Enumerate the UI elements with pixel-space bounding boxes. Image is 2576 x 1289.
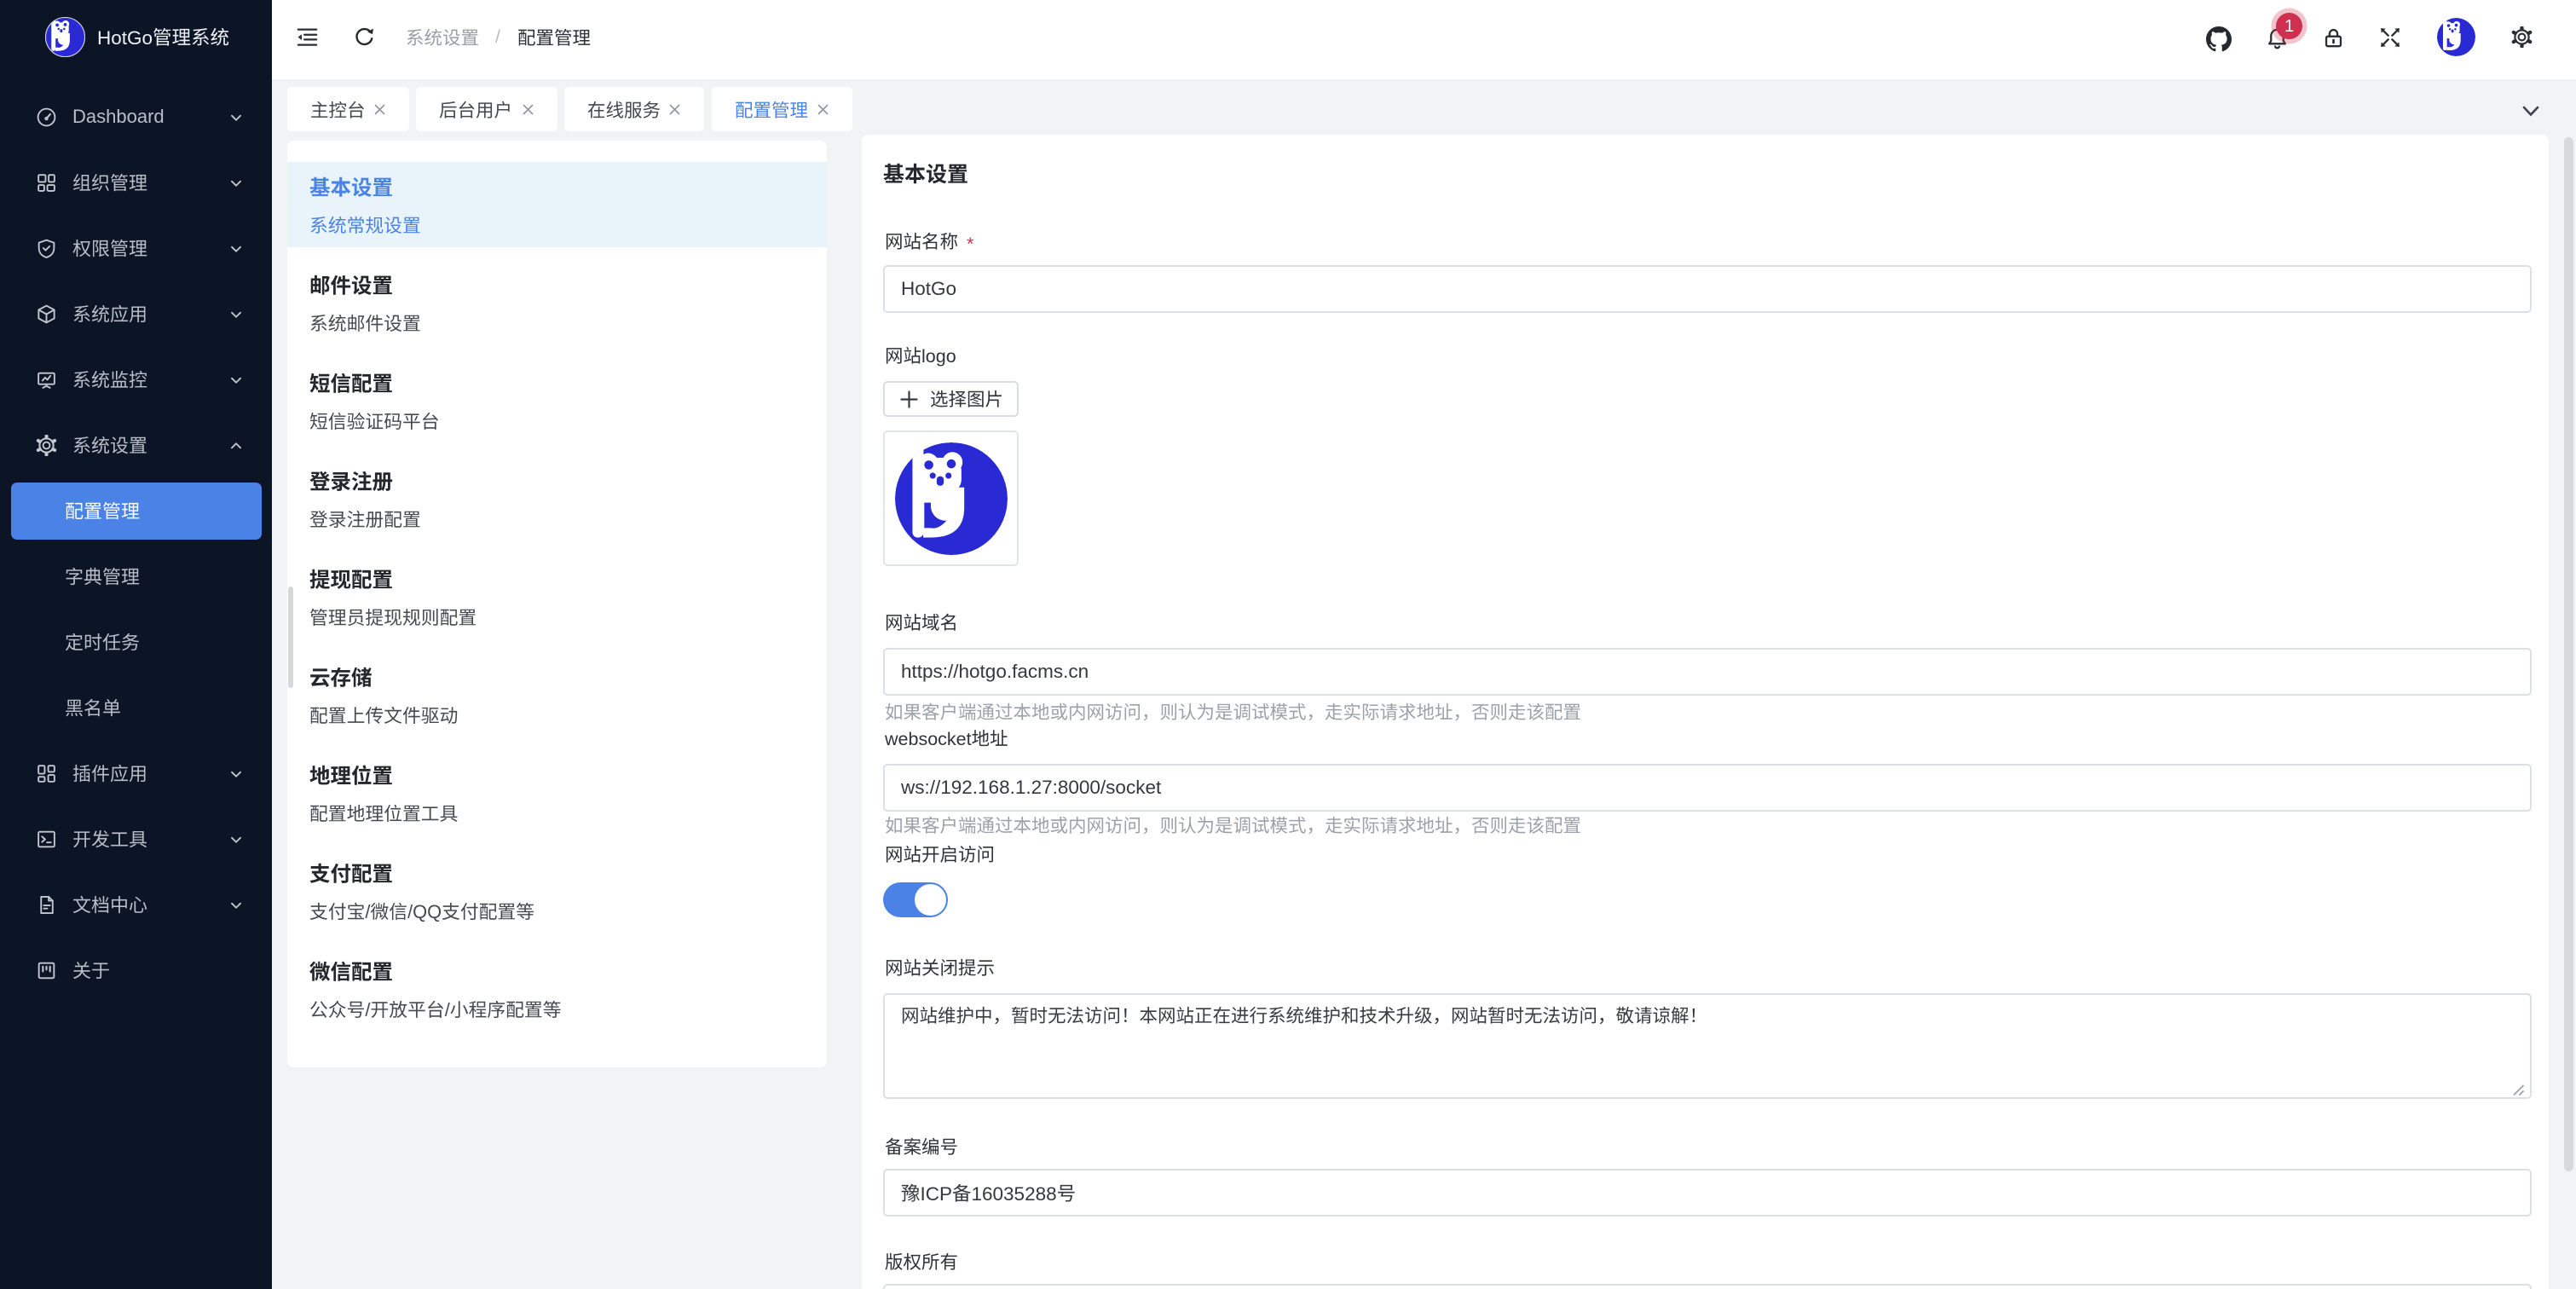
- svg-text:16035288: 16035288: [972, 1183, 1057, 1205]
- svg-text:logo: logo: [921, 346, 956, 367]
- svg-text:HotGo: HotGo: [97, 27, 153, 49]
- svg-text:websocket: websocket: [884, 729, 972, 749]
- svg-text:/: /: [445, 999, 451, 1020]
- svg-text:ICP: ICP: [921, 1183, 953, 1205]
- svg-text:/QQ: /QQ: [407, 901, 442, 922]
- svg-text:/: /: [365, 999, 371, 1020]
- svg-text:/: /: [365, 901, 371, 922]
